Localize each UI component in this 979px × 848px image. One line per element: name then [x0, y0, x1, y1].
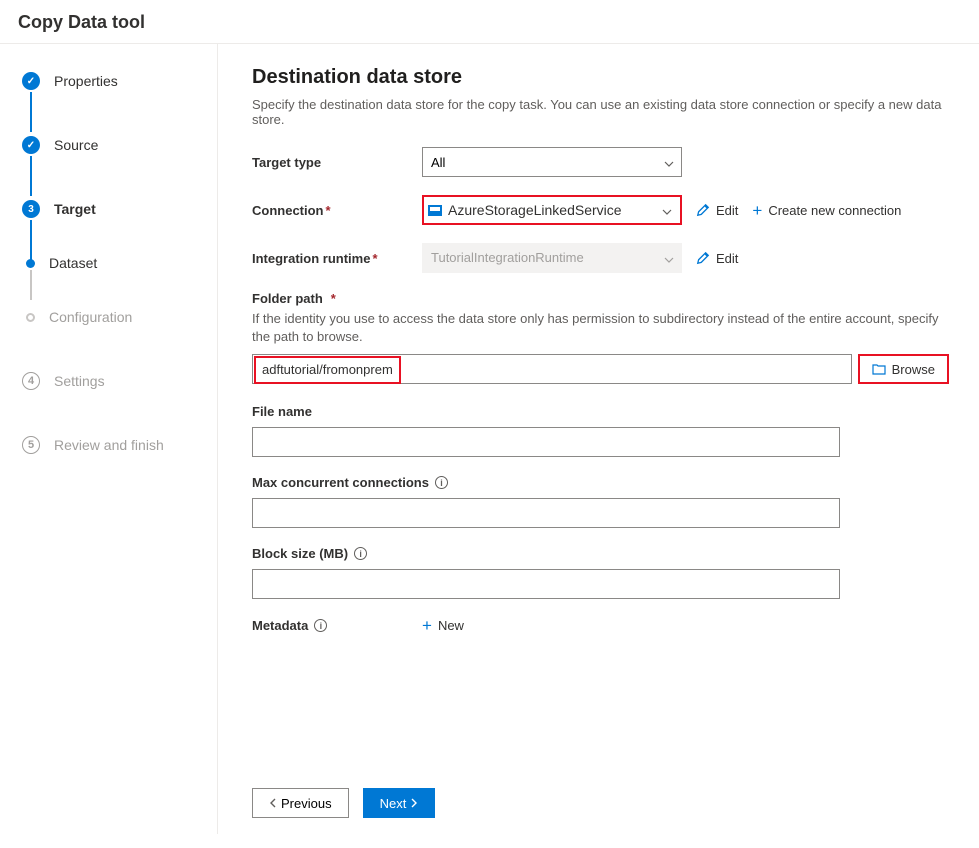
- folder-path-help: If the identity you use to access the da…: [252, 310, 949, 346]
- info-icon[interactable]: i: [435, 476, 448, 489]
- target-type-select[interactable]: All: [422, 147, 682, 177]
- file-name-label: File name: [252, 404, 949, 419]
- create-connection-button[interactable]: + Create new connection: [752, 202, 901, 219]
- main-content: Destination data store Specify the desti…: [218, 44, 979, 834]
- runtime-label: Integration runtime*: [252, 251, 422, 266]
- sidebar-step-configuration[interactable]: Configuration: [22, 304, 207, 330]
- step-number-icon: 4: [22, 372, 40, 390]
- sidebar-step-properties[interactable]: ✓ Properties: [22, 68, 207, 94]
- tool-header: Copy Data tool: [0, 0, 979, 44]
- runtime-select: TutorialIntegrationRuntime: [422, 243, 682, 273]
- edit-connection-button[interactable]: Edit: [696, 203, 738, 218]
- tool-title: Copy Data tool: [18, 12, 145, 32]
- max-conn-label: Max concurrent connections i: [252, 475, 949, 490]
- folder-icon: [872, 363, 886, 375]
- chevron-left-icon: [269, 798, 277, 808]
- folder-path-input[interactable]: adftutorial/fromonprem: [252, 354, 852, 384]
- previous-button[interactable]: Previous: [252, 788, 349, 818]
- metadata-label: Metadata i: [252, 618, 422, 633]
- substep-dot-icon: [26, 259, 35, 268]
- checkmark-icon: ✓: [22, 136, 40, 154]
- file-name-input[interactable]: [252, 427, 840, 457]
- folder-path-label: Folder path*: [252, 291, 949, 306]
- sidebar-step-dataset[interactable]: Dataset: [22, 250, 207, 276]
- plus-icon: +: [752, 202, 762, 219]
- block-size-input[interactable]: [252, 569, 840, 599]
- edit-runtime-button[interactable]: Edit: [696, 251, 738, 266]
- connection-select[interactable]: AzureStorageLinkedService: [422, 195, 682, 225]
- info-icon[interactable]: i: [314, 619, 327, 632]
- chevron-right-icon: [410, 798, 418, 808]
- next-button[interactable]: Next: [363, 788, 436, 818]
- step-number-icon: 5: [22, 436, 40, 454]
- pencil-icon: [696, 203, 710, 217]
- wizard-footer: Previous Next: [252, 776, 949, 818]
- page-description: Specify the destination data store for t…: [252, 97, 949, 127]
- browse-button[interactable]: Browse: [858, 354, 949, 384]
- sidebar-step-source[interactable]: ✓ Source: [22, 132, 207, 158]
- sidebar-step-settings[interactable]: 4 Settings: [22, 368, 207, 394]
- storage-icon: [428, 205, 442, 216]
- sidebar-step-review[interactable]: 5 Review and finish: [22, 432, 207, 458]
- wizard-sidebar: ✓ Properties ✓ Source 3 Target Dataset C…: [0, 44, 218, 834]
- pencil-icon: [696, 251, 710, 265]
- plus-icon: +: [422, 617, 432, 634]
- page-title: Destination data store: [252, 66, 949, 89]
- checkmark-icon: ✓: [22, 72, 40, 90]
- block-size-label: Block size (MB) i: [252, 546, 949, 561]
- sidebar-step-target[interactable]: 3 Target: [22, 196, 207, 222]
- new-metadata-button[interactable]: + New: [422, 617, 464, 634]
- substep-dot-icon: [26, 313, 35, 322]
- connection-label: Connection*: [252, 203, 422, 218]
- target-type-label: Target type: [252, 155, 422, 170]
- step-number-icon: 3: [22, 200, 40, 218]
- max-conn-input[interactable]: [252, 498, 840, 528]
- info-icon[interactable]: i: [354, 547, 367, 560]
